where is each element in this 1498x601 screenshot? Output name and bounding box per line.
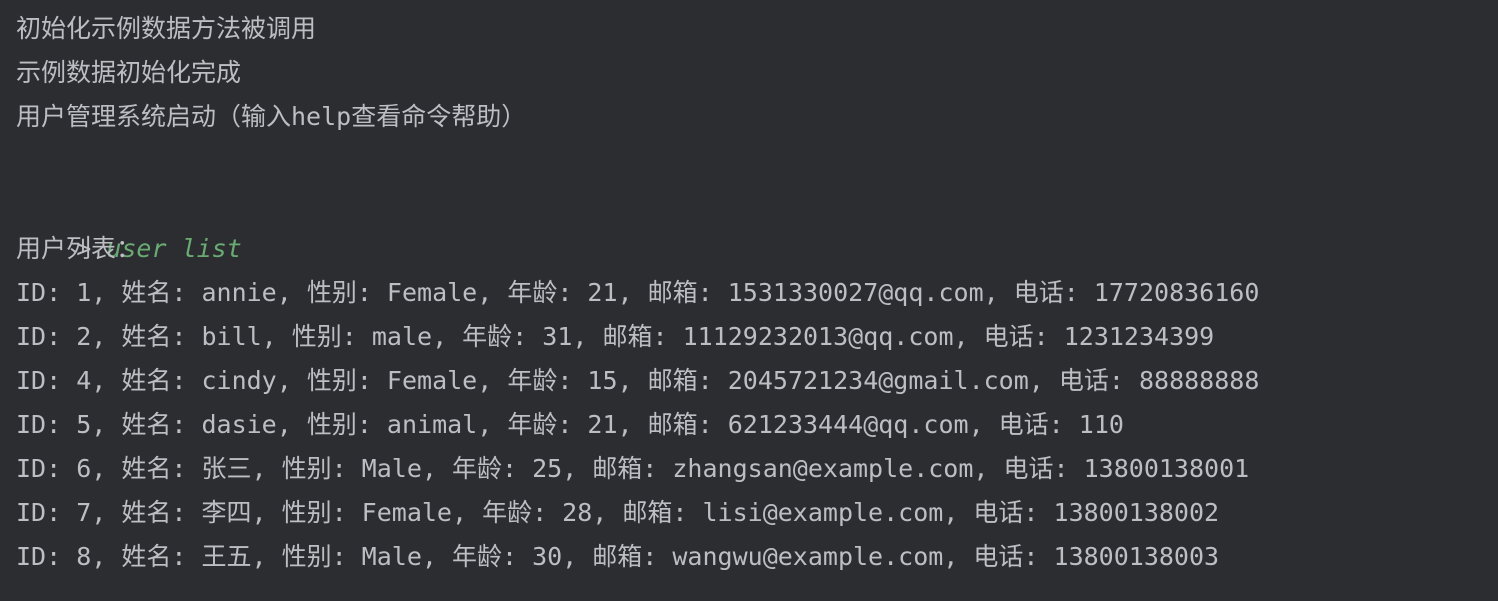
user-row: ID: 6, 姓名: 张三, 性别: Male, 年龄: 25, 邮箱: zha… — [16, 454, 1250, 483]
command-line: > user list — [16, 183, 1498, 263]
user-row: ID: 4, 姓名: cindy, 性别: Female, 年龄: 15, 邮箱… — [16, 366, 1260, 395]
user-row: ID: 1, 姓名: annie, 性别: Female, 年龄: 21, 邮箱… — [16, 278, 1260, 307]
user-row: ID: 5, 姓名: dasie, 性别: animal, 年龄: 21, 邮箱… — [16, 410, 1124, 439]
console-output[interactable]: 初始化示例数据方法被调用 示例数据初始化完成 用户管理系统启动（输入help查看… — [0, 0, 1498, 601]
log-line-system-started: 用户管理系统启动（输入help查看命令帮助） — [16, 102, 527, 131]
log-line-init-complete: 示例数据初始化完成 — [16, 58, 242, 87]
user-row: ID: 8, 姓名: 王五, 性别: Male, 年龄: 30, 邮箱: wan… — [16, 542, 1220, 571]
user-row: ID: 7, 姓名: 李四, 性别: Female, 年龄: 28, 邮箱: l… — [16, 498, 1220, 527]
log-line-init-called: 初始化示例数据方法被调用 — [16, 14, 317, 43]
user-row: ID: 2, 姓名: bill, 性别: male, 年龄: 31, 邮箱: 1… — [16, 322, 1215, 351]
